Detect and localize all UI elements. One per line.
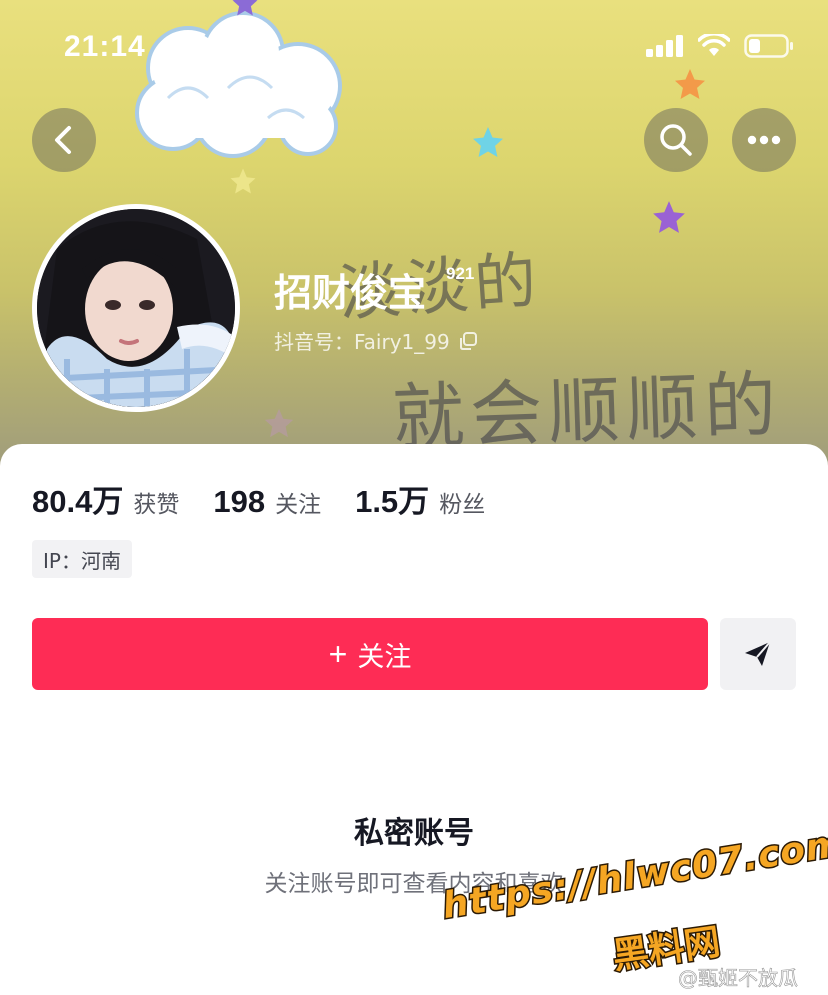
plus-icon: + [328, 636, 348, 672]
search-icon [660, 124, 692, 156]
send-icon [745, 641, 771, 666]
stat-likes[interactable]: 80.4万 获赞 [32, 476, 179, 521]
star-decoration [473, 127, 503, 157]
status-icons [646, 34, 794, 58]
stat-followers[interactable]: 1.5万 粉丝 [355, 476, 485, 521]
chevron-left-icon [55, 126, 71, 154]
copy-icon [459, 331, 477, 350]
avatar[interactable] [32, 204, 240, 412]
profile-nickname: 招财俊宝 [274, 271, 427, 315]
wifi-icon [698, 34, 730, 56]
stat-number: 80.4万 [32, 484, 124, 519]
follow-label: 关注 [357, 641, 412, 672]
stat-number: 1.5万 [355, 484, 430, 519]
star-decoration [653, 201, 685, 233]
status-time: 21:14 [64, 30, 146, 63]
profile-banner: 淡淡的 就会顺顺的 21:14 招财俊宝 921 抖音号：Fairy1_99 [0, 0, 828, 470]
battery-icon [744, 34, 793, 58]
star-decoration [230, 168, 256, 194]
cloud-decoration [135, 11, 342, 158]
douyin-id-text: 抖音号：Fairy1_99 [274, 330, 450, 354]
more-button[interactable] [732, 108, 796, 172]
star-decoration [675, 69, 705, 99]
stat-number: 198 [213, 484, 266, 519]
stat-following[interactable]: 198 关注 [213, 484, 321, 520]
stat-label: 粉丝 [439, 492, 486, 518]
stat-label: 关注 [275, 492, 322, 518]
more-horizontal-icon [747, 135, 781, 145]
ip-location-tag: IP：河南 [32, 540, 132, 578]
avatar-image [37, 209, 235, 407]
profile-card: 80.4万 获赞 198 关注 1.5万 粉丝 IP：河南 + 关注 私密账号 … [0, 444, 828, 995]
search-button[interactable] [644, 108, 708, 172]
share-button[interactable] [720, 618, 796, 690]
nickname-badge: 921 [446, 264, 475, 283]
back-button[interactable] [32, 108, 96, 172]
stat-label: 获赞 [133, 492, 180, 518]
follow-button[interactable]: + 关注 [32, 618, 708, 690]
profile-stats: 80.4万 获赞 198 关注 1.5万 粉丝 [32, 476, 519, 521]
star-decoration [264, 408, 294, 438]
star-decoration [232, 0, 258, 16]
signal-icon [646, 35, 683, 57]
watermark-weibo: @甄姬不放瓜 [678, 966, 799, 991]
douyin-id[interactable]: 抖音号：Fairy1_99 [274, 326, 478, 355]
